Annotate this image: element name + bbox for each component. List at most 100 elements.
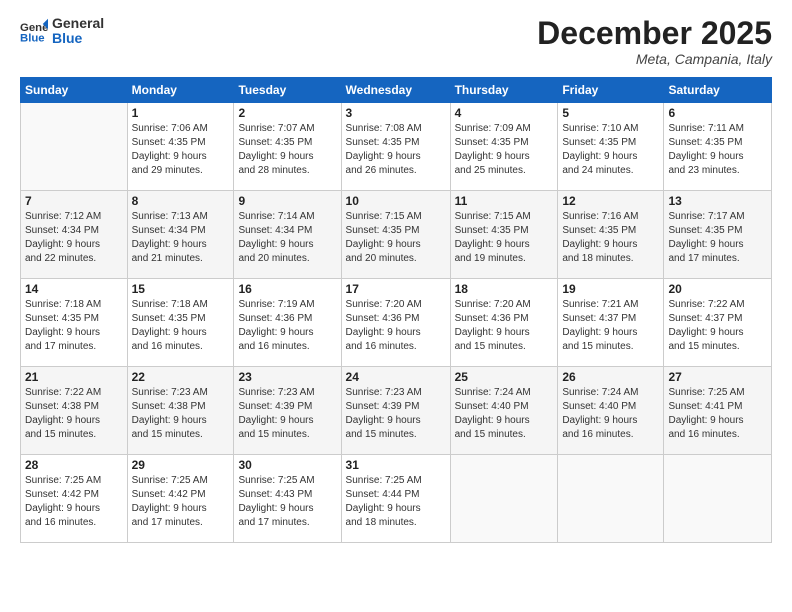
day-info: Sunrise: 7:25 AMSunset: 4:42 PMDaylight:… [132, 474, 230, 530]
calendar-cell: 13 Sunrise: 7:17 AMSunset: 4:35 PMDayligh… [664, 191, 772, 279]
calendar-cell: 26 Sunrise: 7:24 AMSunset: 4:40 PMDayligh… [558, 367, 664, 455]
day-info: Sunrise: 7:24 AMSunset: 4:40 PMDaylight:… [562, 386, 659, 442]
day-info: Sunrise: 7:06 AMSunset: 4:35 PMDaylight:… [132, 122, 230, 178]
calendar-cell: 8 Sunrise: 7:13 AMSunset: 4:34 PMDaylight… [127, 191, 234, 279]
day-number: 14 [25, 282, 123, 296]
day-info: Sunrise: 7:14 AMSunset: 4:34 PMDaylight:… [238, 210, 336, 266]
day-number: 31 [346, 458, 446, 472]
day-header-thursday: Thursday [450, 78, 558, 103]
day-number: 21 [25, 370, 123, 384]
day-info: Sunrise: 7:16 AMSunset: 4:35 PMDaylight:… [562, 210, 659, 266]
calendar-body: 1 Sunrise: 7:06 AMSunset: 4:35 PMDaylight… [21, 103, 772, 543]
day-info: Sunrise: 7:11 AMSunset: 4:35 PMDaylight:… [668, 122, 767, 178]
day-number: 29 [132, 458, 230, 472]
calendar-week-3: 14 Sunrise: 7:18 AMSunset: 4:35 PMDayligh… [21, 279, 772, 367]
calendar-cell [21, 103, 128, 191]
day-info: Sunrise: 7:25 AMSunset: 4:43 PMDaylight:… [238, 474, 336, 530]
day-info: Sunrise: 7:23 AMSunset: 4:39 PMDaylight:… [346, 386, 446, 442]
calendar-cell: 5 Sunrise: 7:10 AMSunset: 4:35 PMDaylight… [558, 103, 664, 191]
calendar-cell: 2 Sunrise: 7:07 AMSunset: 4:35 PMDaylight… [234, 103, 341, 191]
logo-icon: General Blue [20, 17, 48, 45]
day-info: Sunrise: 7:13 AMSunset: 4:34 PMDaylight:… [132, 210, 230, 266]
day-info: Sunrise: 7:18 AMSunset: 4:35 PMDaylight:… [25, 298, 123, 354]
calendar-cell: 15Sunrise: 7:18 AMSunset: 4:35 PMDayligh… [127, 279, 234, 367]
day-number: 12 [562, 194, 659, 208]
day-info: Sunrise: 7:20 AMSunset: 4:36 PMDaylight:… [455, 298, 554, 354]
day-info: Sunrise: 7:15 AMSunset: 4:35 PMDaylight:… [455, 210, 554, 266]
day-number: 9 [238, 194, 336, 208]
calendar-cell: 1 Sunrise: 7:06 AMSunset: 4:35 PMDaylight… [127, 103, 234, 191]
day-number: 27 [668, 370, 767, 384]
calendar-cell: 14 Sunrise: 7:18 AMSunset: 4:35 PMDayligh… [21, 279, 128, 367]
calendar-cell: 9 Sunrise: 7:14 AMSunset: 4:34 PMDaylight… [234, 191, 341, 279]
day-number: 24 [346, 370, 446, 384]
calendar-week-1: 1 Sunrise: 7:06 AMSunset: 4:35 PMDaylight… [21, 103, 772, 191]
day-info: Sunrise: 7:21 AMSunset: 4:37 PMDaylight:… [562, 298, 659, 354]
day-number: 30 [238, 458, 336, 472]
day-header-tuesday: Tuesday [234, 78, 341, 103]
calendar-cell: 3 Sunrise: 7:08 AMSunset: 4:35 PMDaylight… [341, 103, 450, 191]
day-info: Sunrise: 7:19 AMSunset: 4:36 PMDaylight:… [238, 298, 336, 354]
day-number: 22 [132, 370, 230, 384]
calendar-cell: 21 Sunrise: 7:22 AMSunset: 4:38 PMDayligh… [21, 367, 128, 455]
calendar-cell: 20 Sunrise: 7:22 AMSunset: 4:37 PMDayligh… [664, 279, 772, 367]
day-info: Sunrise: 7:10 AMSunset: 4:35 PMDaylight:… [562, 122, 659, 178]
day-info: Sunrise: 7:25 AMSunset: 4:41 PMDaylight:… [668, 386, 767, 442]
svg-text:Blue: Blue [20, 33, 45, 45]
day-info: Sunrise: 7:20 AMSunset: 4:36 PMDaylight:… [346, 298, 446, 354]
day-number: 2 [238, 106, 336, 120]
calendar-cell: 19Sunrise: 7:21 AMSunset: 4:37 PMDayligh… [558, 279, 664, 367]
calendar-cell: 30 Sunrise: 7:25 AMSunset: 4:43 PMDayligh… [234, 455, 341, 543]
day-number: 20 [668, 282, 767, 296]
calendar-cell: 29 Sunrise: 7:25 AMSunset: 4:42 PMDayligh… [127, 455, 234, 543]
logo-general-text: General [52, 16, 104, 31]
calendar-cell: 22Sunrise: 7:23 AMSunset: 4:38 PMDayligh… [127, 367, 234, 455]
day-info: Sunrise: 7:07 AMSunset: 4:35 PMDaylight:… [238, 122, 336, 178]
calendar-cell: 27 Sunrise: 7:25 AMSunset: 4:41 PMDayligh… [664, 367, 772, 455]
calendar-week-2: 7Sunrise: 7:12 AMSunset: 4:34 PMDaylight… [21, 191, 772, 279]
calendar-table: SundayMondayTuesdayWednesdayThursdayFrid… [20, 77, 772, 543]
day-number: 13 [668, 194, 767, 208]
day-number: 3 [346, 106, 446, 120]
day-info: Sunrise: 7:08 AMSunset: 4:35 PMDaylight:… [346, 122, 446, 178]
day-number: 28 [25, 458, 123, 472]
calendar-cell: 17Sunrise: 7:20 AMSunset: 4:36 PMDayligh… [341, 279, 450, 367]
day-number: 23 [238, 370, 336, 384]
day-info: Sunrise: 7:09 AMSunset: 4:35 PMDaylight:… [455, 122, 554, 178]
calendar-cell: 25 Sunrise: 7:24 AMSunset: 4:40 PMDayligh… [450, 367, 558, 455]
logo-blue-text: Blue [52, 31, 104, 46]
calendar-cell [558, 455, 664, 543]
day-number: 10 [346, 194, 446, 208]
day-info: Sunrise: 7:17 AMSunset: 4:35 PMDaylight:… [668, 210, 767, 266]
calendar-header-row: SundayMondayTuesdayWednesdayThursdayFrid… [21, 78, 772, 103]
day-header-saturday: Saturday [664, 78, 772, 103]
calendar-cell [450, 455, 558, 543]
day-header-monday: Monday [127, 78, 234, 103]
calendar-cell: 7Sunrise: 7:12 AMSunset: 4:34 PMDaylight… [21, 191, 128, 279]
day-number: 26 [562, 370, 659, 384]
day-number: 5 [562, 106, 659, 120]
calendar-cell [664, 455, 772, 543]
day-number: 11 [455, 194, 554, 208]
day-number: 8 [132, 194, 230, 208]
day-info: Sunrise: 7:24 AMSunset: 4:40 PMDaylight:… [455, 386, 554, 442]
day-number: 16 [238, 282, 336, 296]
day-header-friday: Friday [558, 78, 664, 103]
day-header-wednesday: Wednesday [341, 78, 450, 103]
day-number: 25 [455, 370, 554, 384]
day-number: 1 [132, 106, 230, 120]
location: Meta, Campania, Italy [537, 51, 772, 67]
calendar-cell: 12 Sunrise: 7:16 AMSunset: 4:35 PMDayligh… [558, 191, 664, 279]
calendar-cell: 31Sunrise: 7:25 AMSunset: 4:44 PMDayligh… [341, 455, 450, 543]
calendar-week-5: 28 Sunrise: 7:25 AMSunset: 4:42 PMDayligh… [21, 455, 772, 543]
day-number: 18 [455, 282, 554, 296]
day-info: Sunrise: 7:23 AMSunset: 4:39 PMDaylight:… [238, 386, 336, 442]
day-info: Sunrise: 7:18 AMSunset: 4:35 PMDaylight:… [132, 298, 230, 354]
calendar-cell: 4Sunrise: 7:09 AMSunset: 4:35 PMDaylight… [450, 103, 558, 191]
day-info: Sunrise: 7:25 AMSunset: 4:42 PMDaylight:… [25, 474, 123, 530]
calendar-cell: 11 Sunrise: 7:15 AMSunset: 4:35 PMDayligh… [450, 191, 558, 279]
day-info: Sunrise: 7:22 AMSunset: 4:37 PMDaylight:… [668, 298, 767, 354]
calendar-cell: 16 Sunrise: 7:19 AMSunset: 4:36 PMDayligh… [234, 279, 341, 367]
day-info: Sunrise: 7:12 AMSunset: 4:34 PMDaylight:… [25, 210, 123, 266]
day-info: Sunrise: 7:22 AMSunset: 4:38 PMDaylight:… [25, 386, 123, 442]
